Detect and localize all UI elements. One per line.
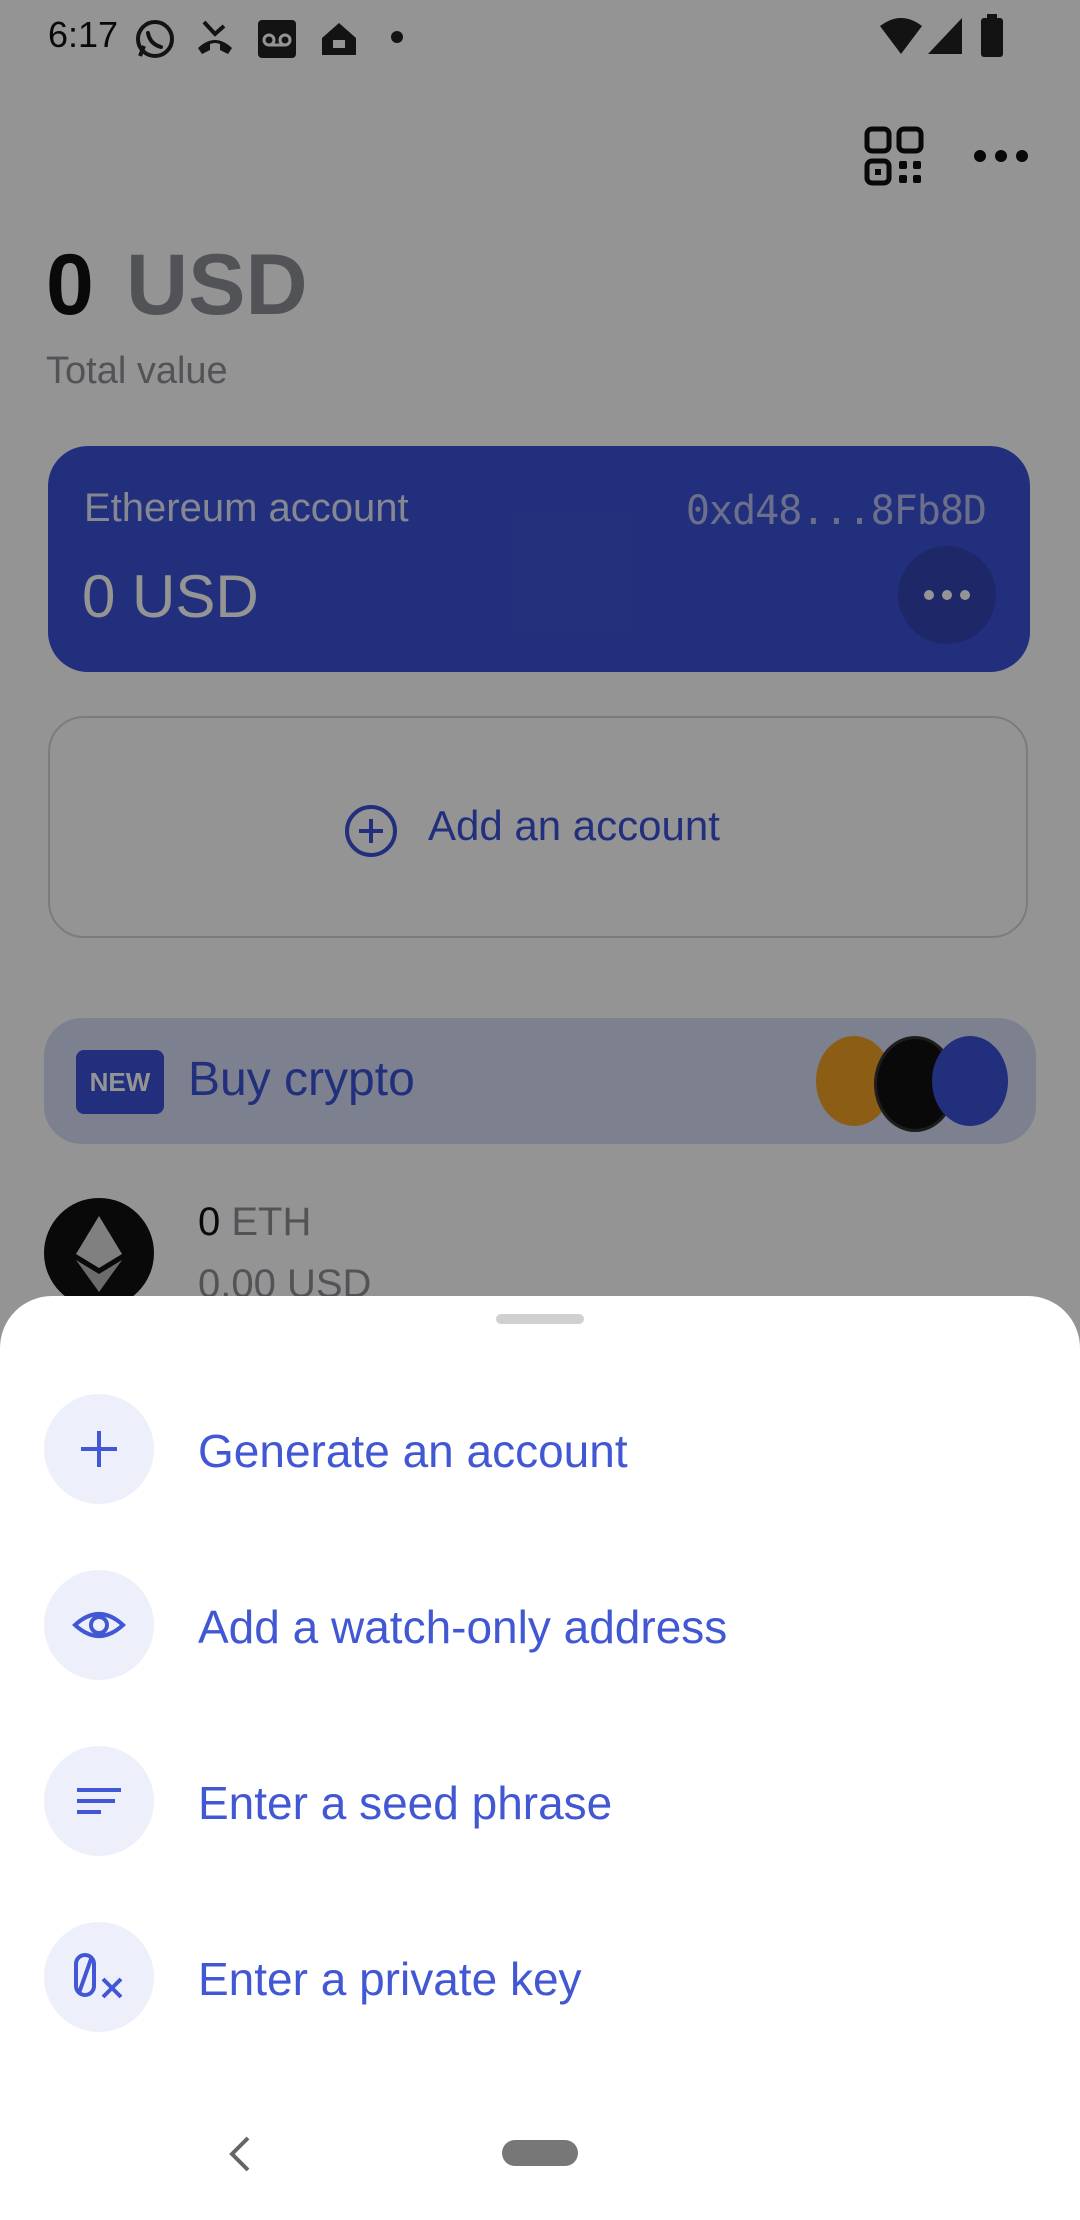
add-account-sheet: Generate an account Add a watch-only add… (0, 1296, 1080, 2220)
back-icon[interactable] (226, 2134, 254, 2174)
lines-icon (77, 1788, 121, 1814)
option-icon-circle (44, 1570, 154, 1680)
seed-phrase-option[interactable]: Enter a seed phrase (0, 1746, 1080, 1856)
home-gesture-pill[interactable] (502, 2140, 578, 2166)
key-icon (74, 1953, 123, 1999)
option-icon-circle (44, 1746, 154, 1856)
option-icon-circle (44, 1394, 154, 1504)
screen: 6:17 0 USD Total value Ethereum account … (0, 0, 1080, 2220)
sheet-handle[interactable] (496, 1314, 584, 1324)
private-key-option[interactable]: Enter a private key (0, 1922, 1080, 2032)
watch-only-option[interactable]: Add a watch-only address (0, 1570, 1080, 1680)
option-icon-circle (44, 1922, 154, 2032)
private-key-label: Enter a private key (198, 1953, 582, 2005)
watch-only-label: Add a watch-only address (198, 1601, 728, 1653)
seed-phrase-label: Enter a seed phrase (198, 1777, 613, 1829)
eye-icon (72, 1612, 126, 1638)
generate-account-label: Generate an account (198, 1425, 628, 1477)
plus-icon (81, 1431, 117, 1467)
generate-account-option[interactable]: Generate an account (0, 1394, 1080, 1504)
